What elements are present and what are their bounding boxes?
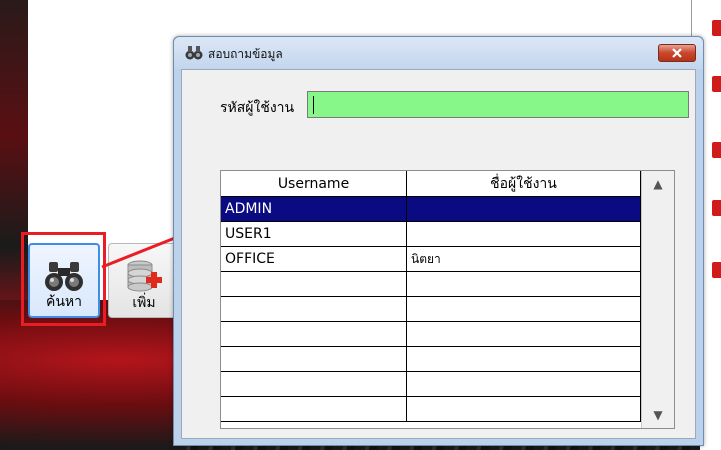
column-header-username[interactable]: Username [221, 171, 407, 196]
user-name-cell [407, 322, 641, 346]
marker-icon[interactable] [712, 76, 721, 92]
marker-icon[interactable] [712, 20, 721, 36]
username-cell [221, 372, 407, 396]
user-name-cell [407, 397, 641, 421]
user-code-label: รหัสผู้ใช้งาน [220, 100, 295, 116]
vertical-scrollbar[interactable]: ▲ ▼ [641, 171, 674, 428]
marker-icon[interactable] [712, 142, 721, 158]
user-name-cell [407, 197, 641, 221]
table-row[interactable]: USER1 [221, 222, 641, 247]
user-name-cell [407, 272, 641, 296]
marker-icon[interactable] [712, 262, 721, 278]
username-cell: ADMIN [221, 197, 407, 221]
highlight-annotation [21, 232, 106, 326]
grid-header: Username ชื่อผู้ใช้งาน [221, 171, 641, 197]
user-name-cell [407, 347, 641, 371]
username-cell [221, 397, 407, 421]
table-row[interactable] [221, 347, 641, 372]
close-icon [672, 48, 682, 58]
table-row[interactable] [221, 322, 641, 347]
table-row[interactable] [221, 372, 641, 397]
username-cell [221, 297, 407, 321]
dialog-title: สอบถามข้อมูล [208, 47, 283, 61]
dialog-titlebar[interactable]: สอบถามข้อมูล [174, 37, 703, 69]
lookup-dialog: สอบถามข้อมูล รหัสผู้ใช้งาน Username ชื่อ… [173, 36, 704, 446]
close-button[interactable] [658, 44, 696, 62]
user-name-cell: นิตยา [407, 247, 641, 271]
marker-icon[interactable] [712, 200, 721, 216]
username-cell [221, 347, 407, 371]
scroll-down-icon[interactable]: ▼ [642, 404, 674, 426]
text-caret [313, 96, 314, 114]
scroll-up-icon[interactable]: ▲ [642, 173, 674, 195]
right-markers [712, 0, 721, 300]
screen: ค้นหา เพิ่ม สอบถามข้อมูล รหัสผู้ใช้งาน U… [0, 0, 721, 450]
username-cell: OFFICE [221, 247, 407, 271]
user-name-cell [407, 297, 641, 321]
column-header-user-name[interactable]: ชื่อผู้ใช้งาน [407, 171, 641, 196]
table-row[interactable] [221, 397, 641, 422]
user-name-cell [407, 372, 641, 396]
username-cell [221, 272, 407, 296]
dialog-client: รหัสผู้ใช้งาน Username ชื่อผู้ใช้งาน ADM… [181, 69, 696, 439]
table-row[interactable]: OFFICE นิตยา [221, 247, 641, 272]
username-cell [221, 322, 407, 346]
username-cell: USER1 [221, 222, 407, 246]
table-row[interactable] [221, 272, 641, 297]
table-row[interactable] [221, 297, 641, 322]
user-name-cell [407, 222, 641, 246]
grid-body: ADMIN USER1 OFFICE นิตยา [221, 197, 641, 422]
binoculars-icon [185, 46, 203, 60]
user-grid[interactable]: Username ชื่อผู้ใช้งาน ADMIN USER1 OFFIC… [220, 170, 675, 429]
user-code-input[interactable] [307, 91, 689, 118]
add-button-label: เพิ่ม [132, 295, 156, 311]
table-row[interactable]: ADMIN [221, 197, 641, 222]
